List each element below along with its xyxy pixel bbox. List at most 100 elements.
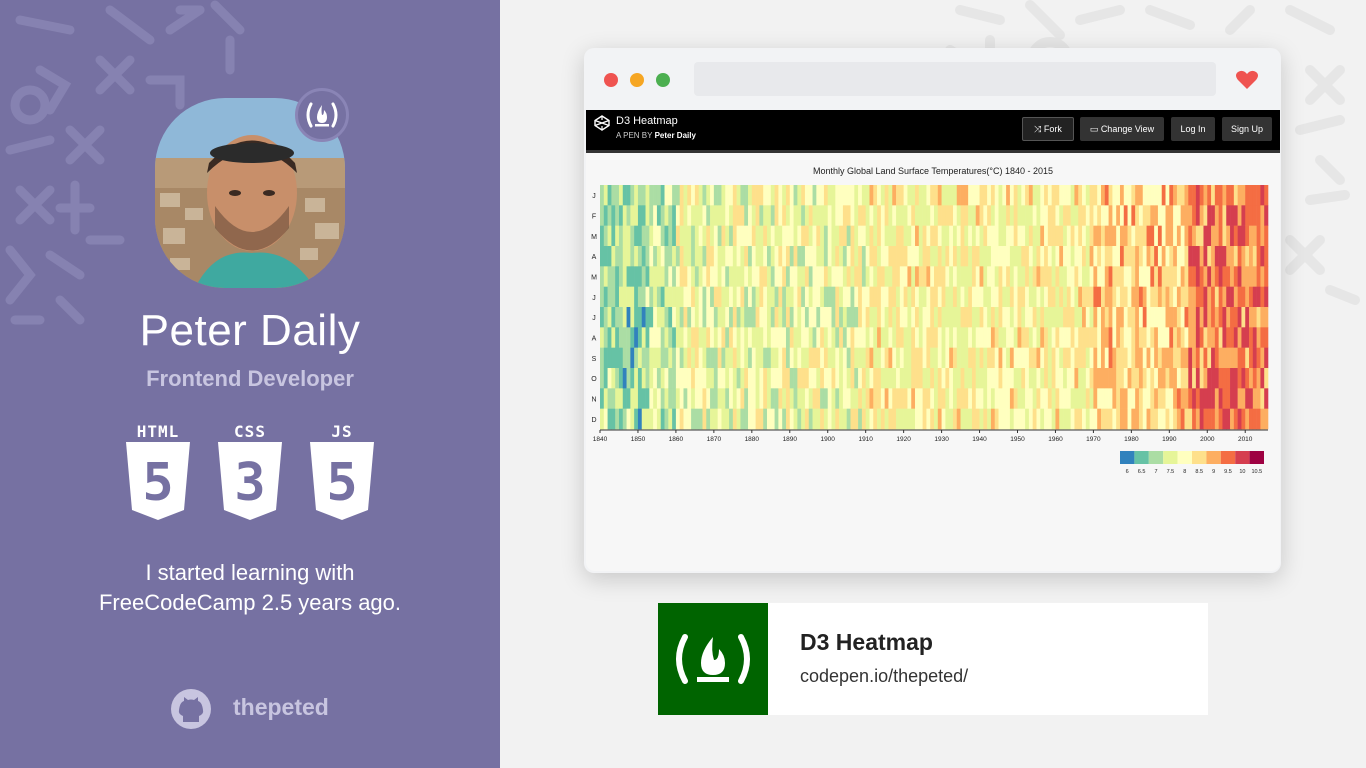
codepen-logo-icon[interactable]	[594, 115, 610, 131]
heatmap-cell	[945, 408, 950, 430]
svg-text:3: 3	[234, 453, 265, 513]
heatmap-cell	[1123, 246, 1128, 267]
heatmap-cell	[702, 327, 707, 348]
heatmap-cell	[698, 225, 703, 247]
heatmap-cell	[1214, 307, 1219, 328]
heatmap-cell	[994, 408, 999, 430]
heatmap-cell	[706, 185, 711, 206]
heatmap-cell	[679, 286, 684, 308]
heatmap-cell	[668, 347, 673, 369]
heatmap-cell	[884, 185, 889, 206]
heatmap-cell	[858, 307, 863, 328]
heatmap-cell	[759, 286, 764, 308]
heatmap-cell	[998, 266, 1003, 287]
heatmap-cell	[998, 205, 1003, 226]
change-view-button[interactable]: ▭ Change View	[1080, 117, 1164, 141]
heatmap-cell	[1260, 388, 1265, 409]
heatmap-cell	[1157, 368, 1163, 389]
fork-button[interactable]: ⤨ Fork	[1022, 117, 1074, 141]
heatmap-cell	[899, 246, 904, 267]
heatmap-cell	[770, 327, 775, 348]
log-in-button[interactable]: Log In	[1171, 117, 1215, 141]
heatmap-cell	[1085, 205, 1090, 226]
heatmap-cell	[846, 388, 851, 409]
heatmap-cell	[1055, 408, 1060, 430]
heatmap-cell	[975, 408, 980, 430]
heart-icon[interactable]	[1236, 70, 1258, 90]
heatmap-cell	[1180, 347, 1185, 369]
heatmap-cell	[759, 246, 764, 267]
heatmap-cell	[675, 327, 681, 348]
heatmap-cell	[854, 246, 859, 267]
tech-css: CSS 3	[214, 422, 286, 522]
heatmap-cell	[941, 327, 946, 348]
heatmap-cell	[774, 185, 779, 206]
window-minimize-button[interactable]	[630, 73, 644, 87]
card-url[interactable]: codepen.io/thepeted/	[800, 666, 968, 687]
heatmap-cell	[823, 225, 829, 247]
heatmap-cell	[956, 246, 961, 267]
heatmap-cell	[1112, 225, 1117, 247]
heatmap-cell	[968, 286, 973, 308]
heatmap-cell	[1256, 347, 1261, 369]
heatmap-cell	[649, 225, 654, 247]
heatmap-cell	[630, 246, 635, 267]
heatmap-cell	[1104, 327, 1109, 348]
heatmap-cell	[801, 286, 806, 308]
heatmap-cell	[1146, 327, 1151, 348]
heatmap-cell	[820, 368, 825, 389]
browser-window: D3 Heatmap A PEN BY Peter Daily ⤨ Fork ▭…	[584, 48, 1281, 573]
profile-name: Peter Daily	[139, 306, 361, 355]
heatmap-cell	[770, 266, 775, 287]
heatmap-cell	[937, 408, 942, 430]
heatmap-cell	[603, 185, 608, 206]
heatmap-cell	[922, 185, 927, 206]
window-maximize-button[interactable]	[656, 73, 670, 87]
heatmap-cell	[732, 307, 737, 328]
heatmap-cell	[1222, 347, 1227, 369]
heatmap-cell	[618, 408, 624, 430]
heatmap-cell	[1161, 347, 1166, 369]
heatmap-cell	[1104, 205, 1109, 226]
heatmap-cell	[729, 327, 734, 348]
heatmap-cell	[607, 307, 612, 328]
heatmap-cell	[615, 347, 620, 369]
heatmap-cell	[607, 225, 612, 247]
heatmap-cell	[937, 327, 942, 348]
heatmap-cell	[899, 368, 904, 389]
heatmap-cell	[808, 307, 813, 328]
address-bar[interactable]	[694, 62, 1216, 96]
heatmap-cell	[1199, 388, 1204, 409]
heatmap-cell	[1169, 327, 1174, 348]
heatmap-cell	[1211, 347, 1216, 369]
heatmap-cell	[1252, 388, 1257, 409]
heatmap-cell	[691, 225, 696, 247]
project-card[interactable]: D3 Heatmap codepen.io/thepeted/	[658, 603, 1208, 715]
heatmap-cell	[1059, 368, 1064, 389]
heatmap-cell	[1256, 185, 1261, 206]
heatmap-cell	[1154, 327, 1159, 348]
heatmap-cell	[922, 225, 927, 247]
heatmap-cell	[1074, 185, 1079, 206]
heatmap-cell	[717, 205, 722, 226]
heatmap-cell	[1070, 388, 1075, 409]
heatmap-cell	[664, 327, 669, 348]
heatmap-cell	[626, 368, 631, 389]
heatmap-cell	[634, 266, 639, 287]
heatmap-cell	[1013, 368, 1018, 389]
heatmap-cell	[672, 408, 677, 430]
window-close-button[interactable]	[604, 73, 618, 87]
github-link[interactable]: thepeted	[170, 688, 340, 729]
heatmap-cell	[1188, 327, 1193, 348]
heatmap-cell	[812, 327, 817, 348]
heatmap-cell	[823, 347, 829, 369]
heatmap-cell	[770, 388, 775, 409]
heatmap-cell	[831, 368, 836, 389]
heatmap-cell	[1119, 205, 1125, 226]
heatmap-cell	[1207, 266, 1212, 287]
heatmap-cell	[1184, 246, 1189, 267]
heatmap-cell	[903, 286, 908, 308]
sign-up-button[interactable]: Sign Up	[1222, 117, 1272, 141]
heatmap-cell	[618, 286, 624, 308]
heatmap-cell	[1138, 327, 1144, 348]
